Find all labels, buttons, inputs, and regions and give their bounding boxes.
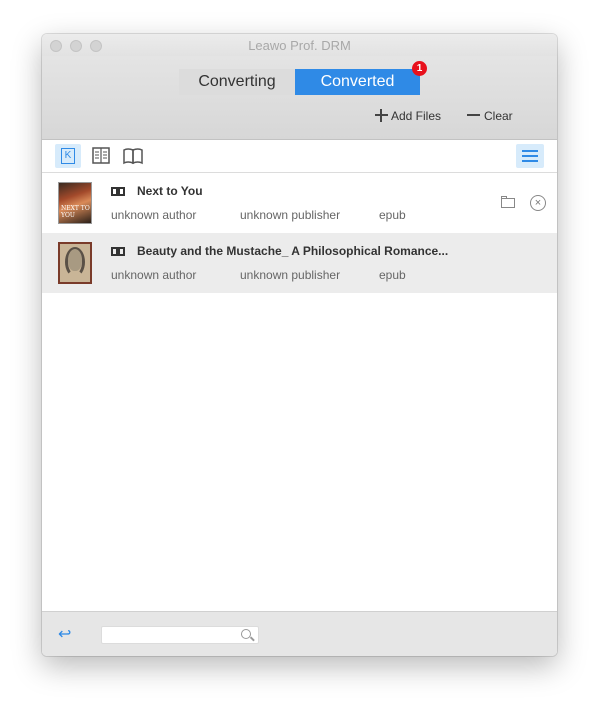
- minus-icon: [467, 114, 480, 116]
- book-author: unknown author: [111, 268, 197, 282]
- book-author: unknown author: [111, 208, 197, 222]
- header: Converting Converted 1 Add Files Clear: [42, 56, 557, 140]
- book-title: Next to You: [137, 184, 203, 198]
- plus-icon: [375, 109, 388, 122]
- document-filter-button[interactable]: [88, 144, 114, 168]
- add-files-button[interactable]: Add Files: [375, 108, 441, 124]
- list-item[interactable]: Beauty and the Mustache_ A Philosophical…: [42, 233, 557, 293]
- clear-button[interactable]: Clear: [467, 108, 513, 124]
- tab-converting[interactable]: Converting: [179, 69, 295, 95]
- open-folder-icon[interactable]: [500, 195, 516, 211]
- document-icon: [92, 147, 110, 164]
- add-files-label: Add Files: [391, 109, 442, 123]
- reader-filter-button[interactable]: [120, 144, 146, 168]
- search-input[interactable]: [102, 629, 232, 645]
- book-publisher: unknown publisher: [240, 268, 341, 282]
- format-icon: [111, 187, 125, 196]
- book-cover: [58, 242, 92, 284]
- kindle-filter-button[interactable]: K: [55, 144, 81, 168]
- undo-icon[interactable]: ↩: [58, 627, 76, 643]
- search-icon[interactable]: [241, 629, 251, 639]
- title-bar: Leawo Prof. DRM: [42, 34, 557, 56]
- list-view-button[interactable]: [516, 144, 544, 168]
- book-list: NEXT TO YOU Next to You unknown author u…: [42, 173, 557, 611]
- book-title: Beauty and the Mustache_ A Philosophical…: [137, 244, 449, 258]
- cover-text: NEXT TO YOU: [61, 205, 90, 219]
- tab-converted[interactable]: Converted: [295, 69, 420, 95]
- app-window: Leawo Prof. DRM Converting Converted 1 A…: [42, 34, 557, 656]
- list-item[interactable]: NEXT TO YOU Next to You unknown author u…: [42, 173, 557, 233]
- list-view-icon: [522, 150, 538, 152]
- clear-label: Clear: [484, 109, 513, 123]
- kindle-icon: K: [61, 148, 75, 164]
- book-publisher: unknown publisher: [240, 208, 341, 222]
- toolbar: K: [42, 140, 557, 173]
- format-icon: [111, 247, 125, 256]
- book-cover: NEXT TO YOU: [58, 182, 92, 224]
- remove-icon[interactable]: ×: [530, 195, 546, 211]
- window-title: Leawo Prof. DRM: [248, 38, 351, 53]
- open-book-icon: [123, 148, 143, 165]
- footer: ↩: [42, 611, 557, 656]
- book-format: epub: [379, 268, 406, 282]
- search-box: [101, 626, 259, 645]
- book-format: epub: [379, 208, 406, 222]
- converted-count-badge: 1: [412, 61, 427, 76]
